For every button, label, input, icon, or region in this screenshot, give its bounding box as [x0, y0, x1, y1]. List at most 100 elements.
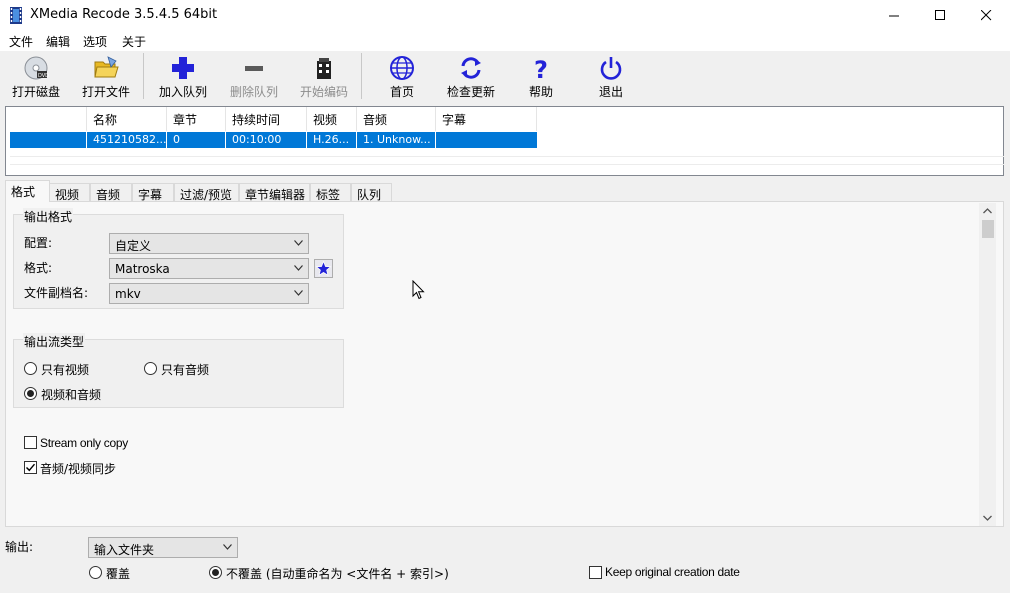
toolbar: DVD 打开磁盘 打开文件 加入队列 删除队列 开始编码 首页 检查更新 ? 帮…	[0, 51, 1010, 104]
profile-value: 自定义	[115, 239, 152, 253]
output-stream-group: 输出流类型 只有视频 只有音频 视频和音频	[13, 333, 344, 408]
tab-format[interactable]: 格式	[5, 180, 50, 202]
favorite-button[interactable]	[314, 259, 333, 278]
column-header-duration[interactable]: 持续时间	[226, 107, 307, 131]
scroll-down-icon[interactable]	[983, 515, 992, 521]
row-gridline	[10, 156, 1004, 157]
cell-name: 451210582...	[87, 132, 167, 148]
remove-queue-button[interactable]: 删除队列	[227, 51, 281, 101]
star-icon	[315, 260, 332, 276]
column-header-blank[interactable]	[6, 107, 87, 131]
audio-only-label[interactable]: 只有音频	[161, 361, 209, 378]
maximize-icon	[934, 10, 945, 20]
open-disc-label: 打开磁盘	[11, 85, 60, 99]
column-header-chapter[interactable]: 章节	[167, 107, 226, 131]
overwrite-label[interactable]: 覆盖	[106, 565, 130, 582]
output-label: 输出:	[5, 540, 34, 554]
menu-edit[interactable]: 编辑	[46, 33, 70, 50]
minimize-button[interactable]	[871, 0, 917, 31]
format-value: Matroska	[115, 262, 170, 276]
exit-label: 退出	[598, 85, 623, 99]
output-format-title: 输出格式	[23, 208, 74, 225]
check-update-label: 检查更新	[446, 85, 495, 99]
exit-button[interactable]: 退出	[593, 51, 629, 101]
start-encode-button[interactable]: 开始编码	[297, 51, 351, 101]
table-row[interactable]: 451210582... 0 00:10:00 H.26... 1. Unkno…	[10, 132, 537, 148]
video-only-label[interactable]: 只有视频	[41, 361, 89, 378]
tab-bar: 格式 视频 音频 字幕 过滤/预览 章节编辑器 标签 队列	[5, 180, 1005, 202]
help-button[interactable]: ? 帮助	[523, 51, 559, 101]
start-encode-label: 开始编码	[299, 85, 348, 99]
keep-creation-date-checkbox[interactable]	[589, 566, 602, 579]
output-folder-select[interactable]: 输入文件夹	[88, 537, 238, 558]
help-label: 帮助	[528, 85, 553, 99]
chevron-down-icon	[294, 290, 303, 296]
toolbar-separator	[361, 53, 362, 99]
profile-label: 配置:	[24, 236, 53, 250]
stream-only-copy-checkbox[interactable]	[24, 436, 37, 449]
file-list[interactable]: 名称 章节 持续时间 视频 音频 字幕 451210582... 0 00:10…	[5, 106, 1004, 176]
scroll-up-icon[interactable]	[983, 208, 992, 214]
title-bar: XMedia Recode 3.5.4.5 64bit	[0, 0, 1010, 31]
maximize-button[interactable]	[917, 0, 963, 31]
menu-options[interactable]: 选项	[83, 33, 107, 50]
home-button[interactable]: 首页	[380, 51, 424, 101]
column-header-audio[interactable]: 音频	[357, 107, 436, 131]
column-header-name[interactable]: 名称	[87, 107, 167, 131]
no-overwrite-radio[interactable]	[209, 566, 222, 579]
video-and-audio-label[interactable]: 视频和音频	[41, 386, 101, 403]
extension-select[interactable]: mkv	[109, 283, 309, 304]
output-folder-value: 输入文件夹	[94, 543, 155, 557]
av-sync-checkbox[interactable]	[24, 461, 37, 474]
cell-chapter: 0	[167, 132, 226, 148]
profile-select[interactable]: 自定义	[109, 233, 309, 254]
open-disc-button[interactable]: DVD 打开磁盘	[8, 51, 64, 101]
cell-audio: 1. Unknow...	[357, 132, 436, 148]
extension-value: mkv	[115, 287, 141, 301]
checkmark-icon	[26, 463, 36, 472]
vertical-scrollbar[interactable]	[979, 203, 996, 526]
add-queue-button[interactable]: 加入队列	[156, 51, 210, 101]
close-button[interactable]	[963, 0, 1009, 31]
tab-tags[interactable]: 标签	[310, 183, 351, 202]
video-and-audio-radio[interactable]	[24, 387, 37, 400]
check-update-button[interactable]: 检查更新	[444, 51, 498, 101]
svg-text:?: ?	[534, 56, 548, 81]
minimize-icon	[888, 15, 899, 17]
open-file-button[interactable]: 打开文件	[79, 51, 133, 101]
tab-queue[interactable]: 队列	[351, 183, 392, 202]
overwrite-radio[interactable]	[89, 566, 102, 579]
output-footer: 输出: 输入文件夹 覆盖 不覆盖 (自动重命名为 <文件名 + 索引>) Kee…	[0, 530, 1010, 593]
format-panel: 输出格式 配置: 自定义 格式: Matroska 文件副档名: mkv 输出流…	[5, 201, 1004, 527]
video-only-radio[interactable]	[24, 362, 37, 375]
tab-video[interactable]: 视频	[49, 183, 90, 202]
disc-icon: DVD	[24, 56, 49, 80]
menu-about[interactable]: 关于	[122, 33, 146, 50]
tab-filter-preview[interactable]: 过滤/预览	[174, 183, 239, 202]
output-format-group: 输出格式 配置: 自定义 格式: Matroska 文件副档名: mkv	[13, 208, 344, 309]
output-stream-title: 输出流类型	[23, 333, 86, 350]
column-header-subtitle[interactable]: 字幕	[436, 107, 537, 131]
tab-audio[interactable]: 音频	[90, 183, 132, 202]
format-select[interactable]: Matroska	[109, 258, 309, 279]
av-sync-label[interactable]: 音频/视频同步	[40, 460, 116, 477]
menu-file[interactable]: 文件	[9, 33, 33, 50]
cell-blank	[10, 132, 87, 148]
audio-only-radio[interactable]	[144, 362, 157, 375]
chevron-down-icon	[294, 240, 303, 246]
column-header-video[interactable]: 视频	[307, 107, 357, 131]
row-gridline	[10, 164, 1004, 165]
tab-subtitle[interactable]: 字幕	[132, 183, 174, 202]
cell-subtitle	[436, 132, 537, 148]
film-clapper-icon	[317, 58, 331, 79]
chevron-down-icon	[223, 544, 232, 550]
home-label: 首页	[389, 85, 414, 99]
stream-only-copy-label[interactable]: Stream only copy	[40, 436, 128, 450]
tab-chapter-editor[interactable]: 章节编辑器	[239, 183, 310, 202]
no-overwrite-label[interactable]: 不覆盖 (自动重命名为 <文件名 + 索引>)	[226, 565, 449, 582]
keep-creation-date-label[interactable]: Keep original creation date	[605, 565, 740, 579]
open-file-label: 打开文件	[81, 85, 130, 99]
scroll-thumb[interactable]	[982, 220, 994, 238]
add-queue-label: 加入队列	[158, 85, 207, 99]
format-label: 格式:	[24, 261, 53, 275]
